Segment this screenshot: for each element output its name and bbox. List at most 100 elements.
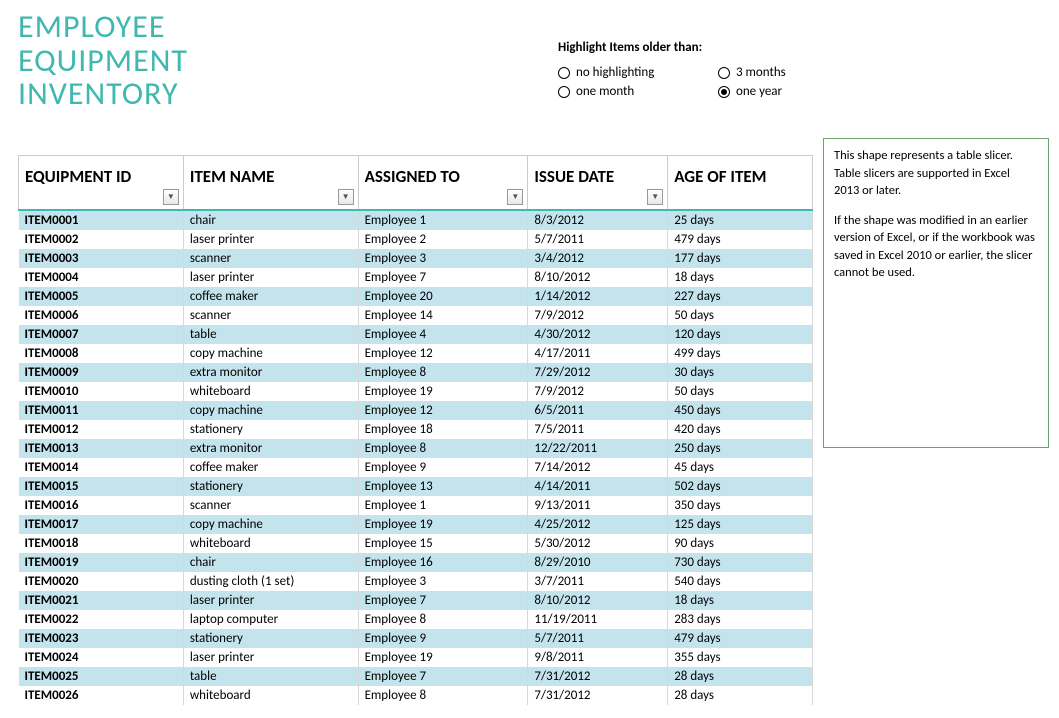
cell-date: 4/14/2011 [528,477,668,496]
table-row[interactable]: ITEM0017copy machineEmployee 194/25/2012… [19,515,813,534]
cell-name: extra monitor [183,439,358,458]
table-row[interactable]: ITEM0025tableEmployee 77/31/201228 days [19,667,813,686]
radio-label: one month [576,84,634,99]
cell-age: 502 days [668,477,813,496]
table-row[interactable]: ITEM0021laser printerEmployee 78/10/2012… [19,591,813,610]
cell-name: chair [183,210,358,230]
radio-one-year[interactable]: one year [718,84,838,99]
cell-age: 227 days [668,287,813,306]
cell-id: ITEM0016 [19,496,184,515]
table-row[interactable]: ITEM0004laser printerEmployee 78/10/2012… [19,268,813,287]
table-row[interactable]: ITEM0014coffee makerEmployee 97/14/20124… [19,458,813,477]
header-label: EQUIPMENT ID [25,166,131,187]
table-row[interactable]: ITEM0024laser printerEmployee 199/8/2011… [19,648,813,667]
filter-dropdown-icon[interactable]: ▼ [507,189,523,205]
table-row[interactable]: ITEM0015stationeryEmployee 134/14/201150… [19,477,813,496]
table-row[interactable]: ITEM0002laser printerEmployee 25/7/20114… [19,230,813,249]
filter-dropdown-icon[interactable]: ▼ [338,189,354,205]
table-row[interactable]: ITEM0003scannerEmployee 33/4/2012177 day… [19,249,813,268]
cell-id: ITEM0014 [19,458,184,477]
cell-age: 30 days [668,363,813,382]
cell-name: stationery [183,477,358,496]
table-row[interactable]: ITEM0026whiteboardEmployee 87/31/201228 … [19,686,813,705]
cell-name: scanner [183,306,358,325]
cell-id: ITEM0017 [19,515,184,534]
cell-assigned: Employee 8 [358,610,528,629]
cell-age: 50 days [668,382,813,401]
slicer-text-2: If the shape was modified in an earlier … [834,212,1038,282]
cell-assigned: Employee 7 [358,591,528,610]
cell-age: 50 days [668,306,813,325]
cell-date: 7/5/2011 [528,420,668,439]
cell-assigned: Employee 19 [358,515,528,534]
table-row[interactable]: ITEM0011copy machineEmployee 126/5/20114… [19,401,813,420]
cell-date: 7/31/2012 [528,667,668,686]
column-header-age: AGE OF ITEM [668,156,813,211]
cell-id: ITEM0018 [19,534,184,553]
cell-name: scanner [183,496,358,515]
table-row[interactable]: ITEM0016scannerEmployee 19/13/2011350 da… [19,496,813,515]
cell-id: ITEM0004 [19,268,184,287]
cell-assigned: Employee 15 [358,534,528,553]
table-row[interactable]: ITEM0018whiteboardEmployee 155/30/201290… [19,534,813,553]
filter-dropdown-icon[interactable]: ▼ [163,189,179,205]
cell-name: whiteboard [183,382,358,401]
cell-date: 12/22/2011 [528,439,668,458]
filter-dropdown-icon[interactable]: ▼ [647,189,663,205]
cell-date: 8/3/2012 [528,210,668,230]
radio-no-highlighting[interactable]: no highlighting [558,65,708,80]
radio-one-month[interactable]: one month [558,84,708,99]
table-row[interactable]: ITEM0009extra monitorEmployee 87/29/2012… [19,363,813,382]
cell-assigned: Employee 12 [358,401,528,420]
table-row[interactable]: ITEM0008copy machineEmployee 124/17/2011… [19,344,813,363]
cell-date: 7/9/2012 [528,382,668,401]
table-row[interactable]: ITEM0023stationeryEmployee 95/7/2011479 … [19,629,813,648]
cell-id: ITEM0001 [19,210,184,230]
cell-id: ITEM0019 [19,553,184,572]
slicer-placeholder: This shape represents a table slicer. Ta… [823,138,1049,448]
table-row[interactable]: ITEM0022laptop computerEmployee 811/19/2… [19,610,813,629]
table-row[interactable]: ITEM0006scannerEmployee 147/9/201250 day… [19,306,813,325]
cell-date: 4/25/2012 [528,515,668,534]
table-row[interactable]: ITEM0010whiteboardEmployee 197/9/201250 … [19,382,813,401]
cell-assigned: Employee 1 [358,496,528,515]
radio-label: no highlighting [576,65,654,80]
inventory-table: EQUIPMENT ID ▼ ITEM NAME ▼ ASSIGNED TO ▼ [18,155,813,705]
cell-age: 283 days [668,610,813,629]
cell-id: ITEM0021 [19,591,184,610]
cell-age: 120 days [668,325,813,344]
table-row[interactable]: ITEM0013extra monitorEmployee 812/22/201… [19,439,813,458]
cell-assigned: Employee 19 [358,648,528,667]
cell-name: laptop computer [183,610,358,629]
cell-date: 5/7/2011 [528,230,668,249]
cell-age: 18 days [668,591,813,610]
cell-date: 8/10/2012 [528,268,668,287]
highlight-label: Highlight Items older than: [558,40,838,55]
table-row[interactable]: ITEM0007tableEmployee 44/30/2012120 days [19,325,813,344]
radio-3-months[interactable]: 3 months [718,65,838,80]
cell-assigned: Employee 13 [358,477,528,496]
table-row[interactable]: ITEM0020dusting cloth (1 set)Employee 33… [19,572,813,591]
cell-id: ITEM0023 [19,629,184,648]
cell-id: ITEM0009 [19,363,184,382]
table-row[interactable]: ITEM0019chairEmployee 168/29/2010730 day… [19,553,813,572]
cell-assigned: Employee 2 [358,230,528,249]
cell-id: ITEM0025 [19,667,184,686]
column-header-assigned-to: ASSIGNED TO ▼ [358,156,528,211]
cell-age: 479 days [668,629,813,648]
cell-name: chair [183,553,358,572]
table-row[interactable]: ITEM0005coffee makerEmployee 201/14/2012… [19,287,813,306]
table-row[interactable]: ITEM0001chairEmployee 18/3/201225 days [19,210,813,230]
table-row[interactable]: ITEM0012stationeryEmployee 187/5/2011420… [19,420,813,439]
cell-name: coffee maker [183,287,358,306]
column-header-issue-date: ISSUE DATE ▼ [528,156,668,211]
cell-age: 25 days [668,210,813,230]
cell-age: 355 days [668,648,813,667]
cell-assigned: Employee 7 [358,667,528,686]
header-label: ISSUE DATE [534,166,614,187]
cell-date: 5/30/2012 [528,534,668,553]
cell-date: 5/7/2011 [528,629,668,648]
cell-name: table [183,325,358,344]
header-label: AGE OF ITEM [674,166,766,187]
cell-date: 9/13/2011 [528,496,668,515]
